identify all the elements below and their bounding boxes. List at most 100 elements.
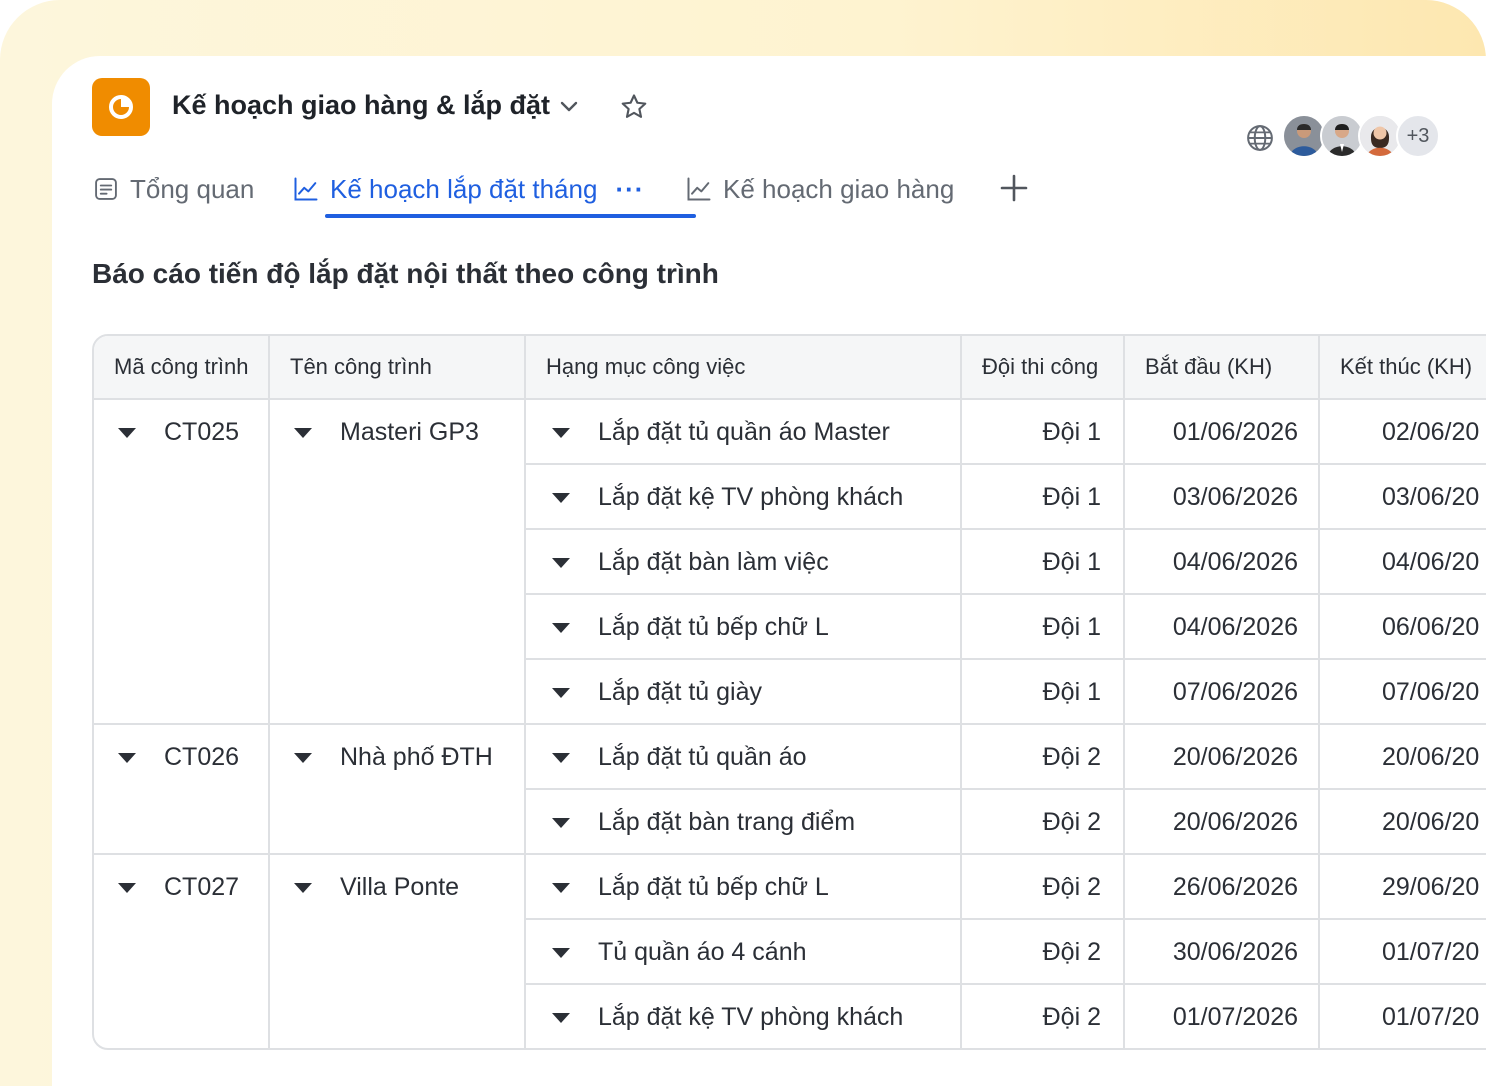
project-code-cell: CT025 [94, 400, 270, 725]
start-date-cell: 30/06/2026 [1125, 920, 1320, 985]
task-cell: Lắp đặt bàn trang điểm [526, 790, 962, 855]
app-window: Kế hoạch giao hàng & lắp đặt +3 Tổng qua… [52, 56, 1486, 1086]
tab-label: Tổng quan [130, 173, 255, 204]
end-date-cell: 07/06/20 [1320, 660, 1486, 725]
task-name: Tủ quần áo 4 cánh [598, 938, 807, 966]
task-cell: Lắp đặt kệ TV phòng khách [526, 985, 962, 1048]
plus-icon[interactable] [998, 172, 1030, 204]
expand-toggle-icon[interactable] [552, 558, 570, 568]
team: Đội 2 [1042, 743, 1101, 771]
task-cell: Lắp đặt bàn làm việc [526, 530, 962, 595]
tab-delivery-plan[interactable]: Kế hoạch giao hàng [685, 164, 954, 214]
project-name: Masteri GP3 [340, 418, 479, 446]
end-date-cell: 04/06/20 [1320, 530, 1486, 595]
expand-toggle-icon[interactable] [294, 753, 312, 763]
expand-toggle-icon[interactable] [552, 688, 570, 698]
expand-toggle-icon[interactable] [552, 818, 570, 828]
task-name: Lắp đặt tủ bếp chữ L [598, 613, 829, 641]
end-date: 20/06/20 [1382, 743, 1480, 771]
team: Đội 1 [1042, 548, 1101, 576]
data-table: Mã công trình Tên công trình Hạng mục công… [92, 334, 1486, 1050]
task-cell: Lắp đặt tủ quần áo [526, 725, 962, 790]
end-date-cell: 20/06/20 [1320, 725, 1486, 790]
tab-installation-plan[interactable]: Kế hoạch lắp đặt tháng ··· [292, 164, 644, 214]
end-date: 01/07/20 [1382, 938, 1480, 966]
pie-chart-icon[interactable] [92, 78, 150, 136]
start-date: 20/06/2026 [1172, 808, 1298, 836]
more-collaborators-badge[interactable]: +3 [1396, 114, 1440, 158]
project-code: CT026 [164, 743, 240, 771]
team-cell: Đội 2 [962, 725, 1125, 790]
col-header-start[interactable]: Bắt đầu (KH) [1125, 336, 1320, 400]
team-cell: Đội 2 [962, 790, 1125, 855]
end-date: 29/06/20 [1382, 873, 1480, 901]
end-date: 06/06/20 [1382, 613, 1480, 641]
collaborator-avatars[interactable]: +3 [1282, 114, 1440, 158]
start-date-cell: 20/06/2026 [1125, 790, 1320, 855]
expand-toggle-icon[interactable] [294, 428, 312, 438]
start-date: 04/06/2026 [1172, 613, 1298, 641]
expand-toggle-icon[interactable] [552, 948, 570, 958]
star-icon[interactable] [619, 92, 649, 122]
task-cell: Lắp đặt tủ bếp chữ L [526, 855, 962, 920]
start-date: 26/06/2026 [1172, 873, 1298, 901]
end-date: 01/07/20 [1382, 1003, 1480, 1031]
start-date: 03/06/2026 [1172, 483, 1298, 511]
expand-toggle-icon[interactable] [118, 753, 136, 763]
start-date: 01/06/2026 [1172, 418, 1298, 446]
chevron-down-icon[interactable] [558, 96, 580, 118]
col-header-team[interactable]: Đội thi công [962, 336, 1125, 400]
col-header-task[interactable]: Hạng mục công việc [526, 336, 962, 400]
start-date: 07/06/2026 [1172, 678, 1298, 706]
task-name: Lắp đặt tủ quần áo Master [598, 418, 890, 446]
project-name: Villa Ponte [340, 873, 460, 901]
document-icon [95, 178, 117, 200]
expand-toggle-icon[interactable] [552, 493, 570, 503]
end-date-cell: 29/06/20 [1320, 855, 1486, 920]
task-name: Lắp đặt kệ TV phòng khách [598, 1003, 904, 1031]
team-cell: Đội 2 [962, 920, 1125, 985]
task-name: Lắp đặt bàn làm việc [598, 548, 829, 576]
end-date: 02/06/20 [1382, 418, 1480, 446]
team-cell: Đội 1 [962, 595, 1125, 660]
team-cell: Đội 1 [962, 530, 1125, 595]
active-tab-indicator [325, 214, 696, 218]
col-header-name[interactable]: Tên công trình [270, 336, 526, 400]
expand-toggle-icon[interactable] [552, 623, 570, 633]
start-date: 01/07/2026 [1172, 1003, 1298, 1031]
task-name: Lắp đặt kệ TV phòng khách [598, 483, 904, 511]
end-date-cell: 20/06/20 [1320, 790, 1486, 855]
expand-toggle-icon[interactable] [118, 428, 136, 438]
expand-toggle-icon[interactable] [552, 1013, 570, 1023]
start-date-cell: 20/06/2026 [1125, 725, 1320, 790]
start-date-cell: 26/06/2026 [1125, 855, 1320, 920]
col-header-code[interactable]: Mã công trình [94, 336, 270, 400]
expand-toggle-icon[interactable] [294, 883, 312, 893]
end-date-cell: 01/07/20 [1320, 920, 1486, 985]
task-name: Lắp đặt bàn trang điểm [598, 808, 856, 836]
task-cell: Lắp đặt kệ TV phòng khách [526, 465, 962, 530]
end-date-cell: 01/07/20 [1320, 985, 1486, 1048]
start-date-cell: 03/06/2026 [1125, 465, 1320, 530]
team: Đội 1 [1042, 613, 1101, 641]
tab-more-button[interactable]: ··· [615, 174, 644, 205]
tab-overview[interactable]: Tổng quan [92, 164, 254, 214]
expand-toggle-icon[interactable] [118, 883, 136, 893]
expand-toggle-icon[interactable] [552, 428, 570, 438]
report-title: Báo cáo tiến độ lắp đặt nội thất theo cô… [92, 258, 719, 289]
team-cell: Đội 1 [962, 400, 1125, 465]
team: Đội 2 [1042, 808, 1101, 836]
expand-toggle-icon[interactable] [552, 753, 570, 763]
team-cell: Đội 2 [962, 855, 1125, 920]
globe-icon[interactable] [1245, 123, 1275, 153]
col-header-end[interactable]: Kết thúc (KH) [1320, 336, 1486, 400]
tab-bar: Tổng quan Kế hoạch lắp đặt tháng ··· Kế … [92, 164, 1092, 220]
team: Đội 2 [1042, 873, 1101, 901]
task-cell: Lắp đặt tủ giày [526, 660, 962, 725]
app-title: Kế hoạch giao hàng & lắp đặt [172, 90, 551, 120]
project-code: CT025 [164, 418, 240, 446]
expand-toggle-icon[interactable] [552, 883, 570, 893]
team: Đội 2 [1042, 938, 1101, 966]
end-date: 07/06/20 [1382, 678, 1480, 706]
start-date: 20/06/2026 [1172, 743, 1298, 771]
